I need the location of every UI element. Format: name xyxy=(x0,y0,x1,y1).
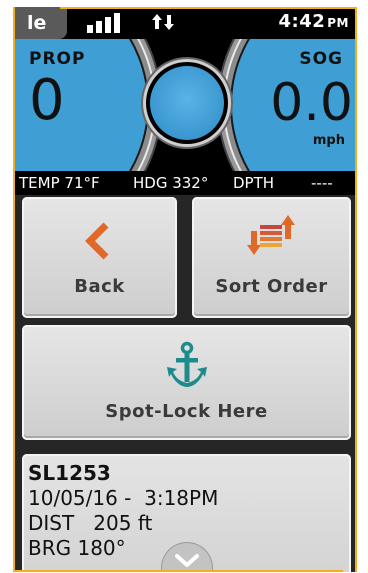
waypoint-name: SL1253 xyxy=(28,461,111,485)
clock-time: 4:42 xyxy=(278,11,326,32)
sog-label: SOG xyxy=(299,49,343,69)
device-screen: le 4:42 PM PROP 0 SOG 0.0 mph TEMP 71°F H… xyxy=(13,7,357,572)
clock-ampm: PM xyxy=(327,16,349,30)
chevron-down-icon xyxy=(175,554,199,567)
waypoint-distance: DIST 205 ft xyxy=(28,511,153,535)
info-strip: TEMP 71°F HDG 332° DPTH ---- xyxy=(15,171,355,195)
sort-order-label: Sort Order xyxy=(215,276,328,297)
status-bar: le 4:42 PM xyxy=(15,7,355,39)
waypoint-bearing: BRG 180° xyxy=(28,536,126,560)
gauge-panel: PROP 0 SOG 0.0 mph xyxy=(15,39,355,171)
center-knob[interactable] xyxy=(146,62,228,144)
spot-lock-button[interactable]: Spot-Lock Here xyxy=(22,325,351,440)
sort-order-button[interactable]: Sort Order xyxy=(192,197,351,318)
depth-label: DPTH xyxy=(233,174,275,192)
frame-bottom-edge xyxy=(13,570,343,572)
sog-unit: mph xyxy=(312,133,345,148)
center-knob-face xyxy=(150,66,224,140)
temp-readout: TEMP 71°F xyxy=(19,174,100,192)
anchor-icon xyxy=(166,341,207,387)
data-arrows-icon xyxy=(152,14,174,30)
sog-value: 0.0 xyxy=(270,73,353,133)
prop-value: 0 xyxy=(29,68,65,133)
depth-value: ---- xyxy=(311,174,333,192)
frame-top-edge xyxy=(60,7,357,9)
back-button-label: Back xyxy=(74,276,125,297)
back-button[interactable]: Back xyxy=(22,197,177,318)
waypoint-datetime: 10/05/16 - 3:18PM xyxy=(28,486,219,510)
signal-icon xyxy=(87,13,127,33)
carrier-label: le xyxy=(15,7,67,39)
prop-label: PROP xyxy=(29,49,86,69)
heading-readout: HDG 332° xyxy=(133,174,209,192)
spot-lock-label: Spot-Lock Here xyxy=(105,401,268,422)
clock: 4:42 PM xyxy=(278,11,349,32)
back-arrow-icon xyxy=(84,222,108,260)
sort-order-icon xyxy=(246,215,295,255)
